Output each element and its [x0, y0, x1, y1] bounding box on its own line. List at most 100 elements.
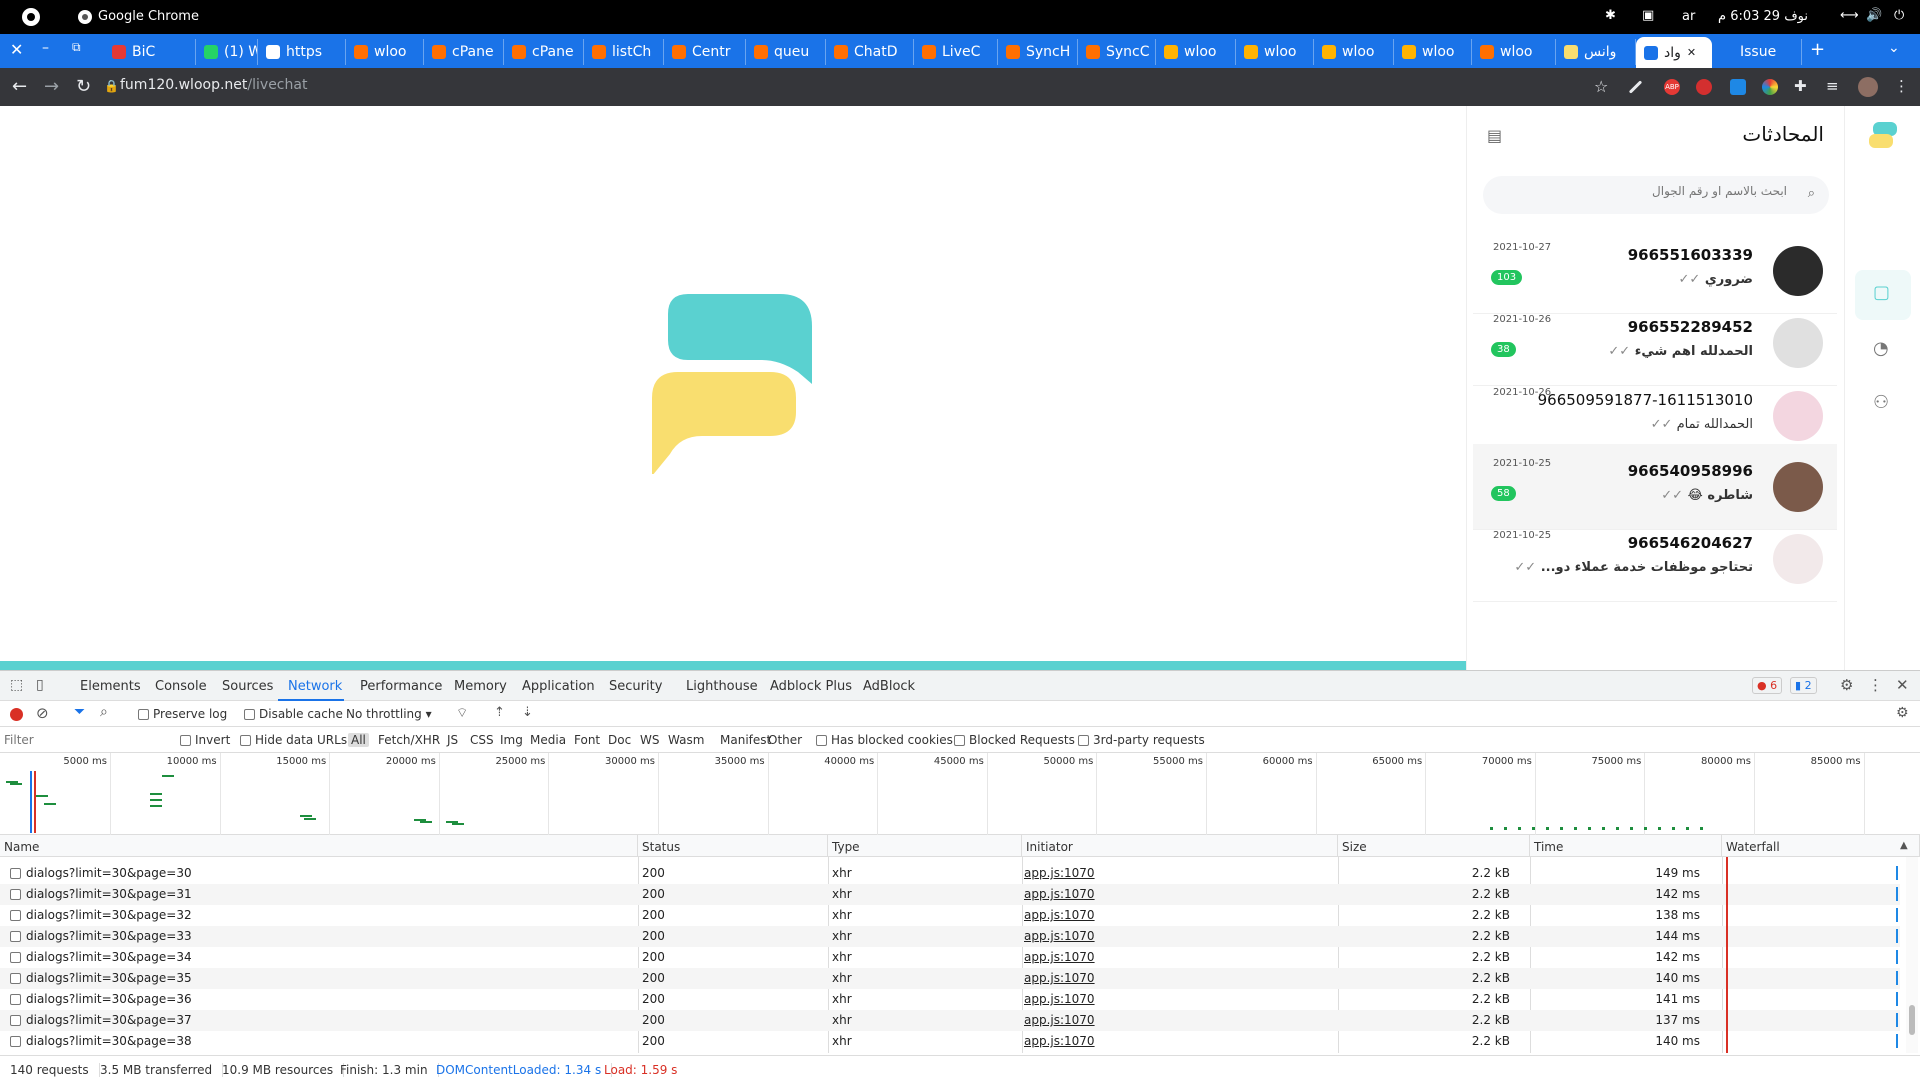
- clear-icon[interactable]: ⊘: [36, 704, 49, 722]
- message-count[interactable]: ▮ 2: [1790, 677, 1817, 694]
- slack-icon[interactable]: ✱: [1605, 8, 1616, 23]
- row-select-checkbox[interactable]: [10, 992, 25, 1006]
- lock-icon[interactable]: 🔒: [104, 79, 119, 93]
- back-icon[interactable]: ←: [12, 76, 27, 97]
- row-select-checkbox[interactable]: [10, 866, 25, 880]
- profile-avatar[interactable]: [1858, 77, 1878, 97]
- sort-ascending-icon[interactable]: ▲: [1900, 840, 1908, 851]
- request-initiator-link[interactable]: app.js:1070: [1024, 908, 1095, 922]
- row-select-checkbox[interactable]: [10, 950, 25, 964]
- resource-type-filter[interactable]: WS: [640, 733, 659, 747]
- volume-icon[interactable]: 🔊: [1866, 8, 1882, 23]
- browser-tab[interactable]: queu: [746, 39, 826, 65]
- resource-type-filter[interactable]: Manifest: [720, 733, 771, 747]
- stats-pie-icon[interactable]: ◔: [1873, 338, 1889, 359]
- column-header[interactable]: Initiator: [1022, 835, 1338, 857]
- column-header[interactable]: Status: [638, 835, 828, 857]
- inspect-icon[interactable]: ⬚: [10, 677, 23, 693]
- export-har-icon[interactable]: ⇣: [522, 705, 533, 720]
- row-select-checkbox[interactable]: [10, 887, 25, 901]
- invert-checkbox[interactable]: Invert: [180, 733, 230, 747]
- throttling-select[interactable]: No throttling ▾: [346, 707, 432, 721]
- chats-nav-button[interactable]: ▢: [1855, 270, 1911, 320]
- device-toolbar-icon[interactable]: ▯: [36, 677, 44, 693]
- table-row[interactable]: dialogs?limit=30&page=34 200 xhr app.js:…: [0, 947, 1900, 968]
- browser-tab[interactable]: SyncH: [998, 39, 1078, 65]
- browser-tab[interactable]: وانس: [1556, 39, 1636, 65]
- browser-tab[interactable]: wloo: [1314, 39, 1394, 65]
- column-header[interactable]: Size: [1338, 835, 1530, 857]
- resource-type-filter[interactable]: Other: [768, 733, 802, 747]
- resource-type-filter[interactable]: JS: [447, 733, 458, 747]
- extensions-puzzle-icon[interactable]: ✚: [1794, 77, 1807, 95]
- browser-tab[interactable]: Issue: [1712, 39, 1802, 65]
- filter-icon[interactable]: ⏷: [74, 704, 85, 720]
- devtools-tab[interactable]: Network: [288, 679, 342, 694]
- table-row[interactable]: dialogs?limit=30&page=33 200 xhr app.js:…: [0, 926, 1900, 947]
- abp-extension-icon[interactable]: ABP: [1664, 79, 1680, 95]
- third-party-checkbox[interactable]: 3rd-party requests: [1078, 733, 1205, 747]
- browser-tab[interactable]: ChatD: [826, 39, 914, 65]
- tab-search-icon[interactable]: ⌄: [1888, 40, 1900, 56]
- browser-tab[interactable]: wloo: [1472, 39, 1556, 65]
- row-select-checkbox[interactable]: [10, 971, 25, 985]
- column-header[interactable]: Time: [1530, 835, 1722, 857]
- import-har-icon[interactable]: ⇡: [494, 705, 505, 720]
- request-initiator-link[interactable]: app.js:1070: [1024, 929, 1095, 943]
- row-select-checkbox[interactable]: [10, 908, 25, 922]
- fi-extension-icon[interactable]: [1730, 79, 1746, 95]
- network-conditions-icon[interactable]: ⌔: [456, 705, 468, 721]
- color-extension-icon[interactable]: [1762, 79, 1778, 95]
- resource-type-filter[interactable]: CSS: [470, 733, 494, 747]
- table-row[interactable]: dialogs?limit=30&page=32 200 xhr app.js:…: [0, 905, 1900, 926]
- table-row[interactable]: dialogs?limit=30&page=38 200 xhr app.js:…: [0, 1031, 1900, 1052]
- column-header[interactable]: Name: [0, 835, 638, 857]
- resource-type-filter[interactable]: Doc: [608, 733, 631, 747]
- clock[interactable]: نوف 29 6:03 م: [1718, 9, 1808, 24]
- row-select-checkbox[interactable]: [10, 1013, 25, 1027]
- browser-tab[interactable]: SyncC: [1078, 39, 1156, 65]
- request-initiator-link[interactable]: app.js:1070: [1024, 887, 1095, 901]
- red-extension-icon[interactable]: [1696, 79, 1712, 95]
- wloop-small-logo[interactable]: [1867, 120, 1899, 152]
- active-app-indicator[interactable]: Google Chrome: [78, 9, 199, 24]
- more-options-icon[interactable]: ⋮: [1868, 676, 1883, 694]
- restore-icon[interactable]: ⧉: [72, 40, 81, 55]
- network-settings-icon[interactable]: ⚙: [1896, 705, 1909, 721]
- browser-tab[interactable]: wloo: [346, 39, 424, 65]
- keyboard-language[interactable]: ar: [1682, 9, 1695, 24]
- browser-tab[interactable]: LiveC: [914, 39, 998, 65]
- network-overview-timeline[interactable]: 5000 ms 10000 ms 15000 ms 20000 ms 25000 ms 3…: [0, 753, 1920, 835]
- devtools-tab[interactable]: Elements: [80, 679, 141, 694]
- table-row[interactable]: dialogs?limit=30&page=31 200 xhr app.js:…: [0, 884, 1900, 905]
- user-settings-icon[interactable]: ⚇: [1873, 392, 1889, 413]
- request-initiator-link[interactable]: app.js:1070: [1024, 992, 1095, 1006]
- power-icon[interactable]: ⏻: [1894, 8, 1904, 23]
- hide-data-urls-checkbox[interactable]: Hide data URLs: [240, 733, 347, 747]
- settings-gear-icon[interactable]: ⚙: [1840, 676, 1853, 694]
- address-bar[interactable]: fum120.wloop.net/livechat: [120, 77, 307, 93]
- blocked-cookies-checkbox[interactable]: Has blocked cookies: [816, 733, 953, 747]
- table-scrollbar[interactable]: [1906, 857, 1918, 1053]
- table-row[interactable]: dialogs?limit=30&page=36 200 xhr app.js:…: [0, 989, 1900, 1010]
- search-network-icon[interactable]: ⌕: [100, 704, 108, 720]
- filter-input[interactable]: [4, 731, 164, 749]
- search-input[interactable]: [1497, 184, 1787, 198]
- devtools-tab[interactable]: Security: [609, 679, 662, 694]
- request-initiator-link[interactable]: app.js:1070: [1024, 866, 1095, 880]
- devtools-tab[interactable]: Adblock Plus: [770, 679, 852, 694]
- resource-type-filter[interactable]: Media: [530, 733, 566, 747]
- activities-button[interactable]: [22, 8, 40, 26]
- request-initiator-link[interactable]: app.js:1070: [1024, 950, 1095, 964]
- request-initiator-link[interactable]: app.js:1070: [1024, 1013, 1095, 1027]
- new-chat-icon[interactable]: ▤: [1487, 126, 1502, 145]
- devtools-tab[interactable]: Console: [155, 679, 207, 694]
- close-devtools-icon[interactable]: ✕: [1896, 676, 1909, 694]
- column-header[interactable]: Waterfall: [1722, 835, 1920, 857]
- browser-tab[interactable]: wloo: [1394, 39, 1472, 65]
- reading-list-icon[interactable]: ≡: [1826, 77, 1839, 95]
- new-tab-button[interactable]: +: [1810, 39, 1825, 60]
- browser-tab[interactable]: wloo: [1236, 39, 1314, 65]
- reload-icon[interactable]: ↻: [76, 76, 91, 97]
- forward-icon[interactable]: →: [44, 76, 59, 97]
